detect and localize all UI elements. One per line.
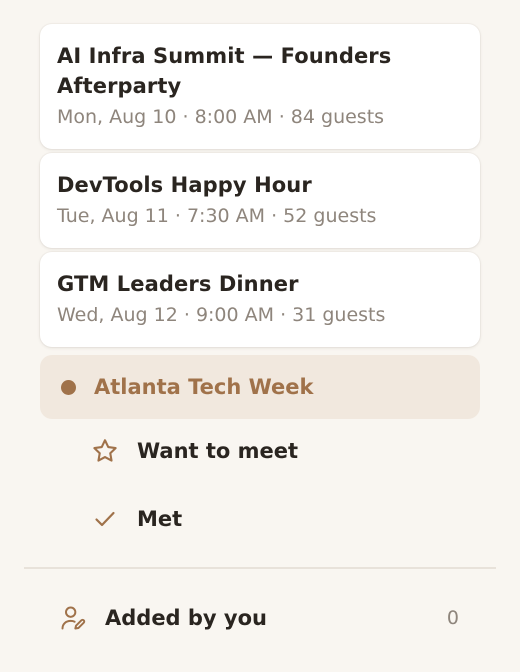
nav-item-met[interactable]: Met: [40, 487, 480, 551]
event-meta: Mon, Aug 10 · 8:00 AM · 84 guests: [57, 106, 385, 128]
added-by-you-item[interactable]: Added by you 0: [40, 590, 480, 646]
nav-item-label: Met: [137, 507, 183, 531]
dot-icon: [61, 379, 76, 395]
event-title: GTM Leaders Dinner: [57, 272, 299, 296]
event-title: DevTools Happy Hour: [57, 173, 312, 197]
nav-item-label: Want to meet: [137, 439, 299, 463]
event-card[interactable]: GTM Leaders Dinner Wed, Aug 12 · 9:00 AM…: [40, 252, 480, 347]
star-icon: [91, 437, 119, 465]
added-by-you-count: 0: [446, 607, 459, 629]
event-card[interactable]: AI Infra Summit — Founders Afterparty Mo…: [40, 24, 480, 149]
event-meta: Tue, Aug 11 · 7:30 AM · 52 guests: [57, 205, 377, 227]
nav-item-label: Atlanta Tech Week: [94, 375, 314, 399]
event-meta: Wed, Aug 12 · 9:00 AM · 31 guests: [57, 304, 386, 326]
added-by-you-label: Added by you: [105, 606, 268, 630]
nav-item-want-to-meet[interactable]: Want to meet: [40, 419, 480, 483]
user-edit-icon: [58, 603, 88, 633]
check-icon: [91, 505, 119, 533]
event-card[interactable]: DevTools Happy Hour Tue, Aug 11 · 7:30 A…: [40, 153, 480, 248]
nav-item-atlanta-tech-week[interactable]: Atlanta Tech Week: [40, 355, 480, 419]
divider: [24, 567, 496, 569]
event-title: AI Infra Summit — Founders Afterparty: [57, 44, 392, 98]
